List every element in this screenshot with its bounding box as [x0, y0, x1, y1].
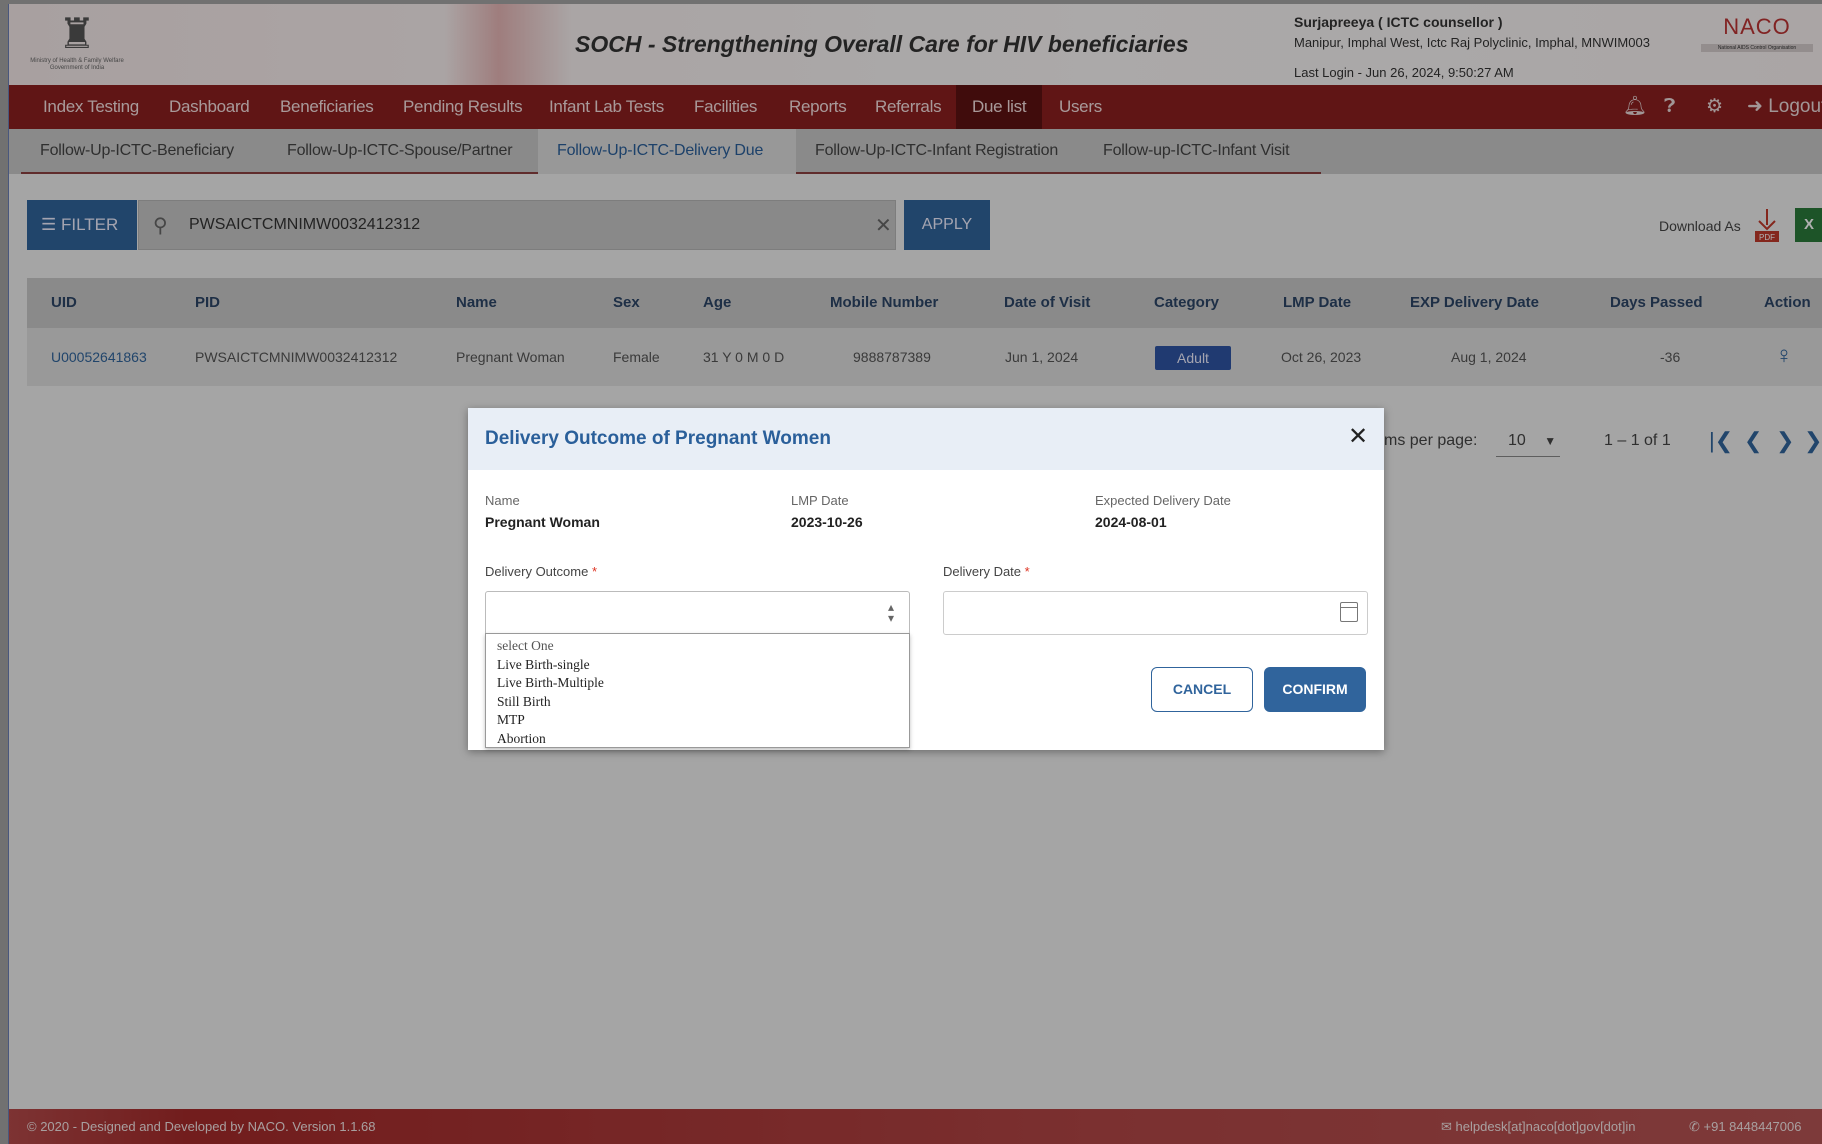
expected-delivery-date-value: 2024-08-01 [1095, 514, 1167, 530]
delivery-date-label: Delivery Date * [943, 564, 1030, 579]
lmp-date-value: 2023-10-26 [791, 514, 863, 530]
option-mtp[interactable]: MTP [497, 711, 909, 730]
delivery-outcome-options: select One Live Birth-single Live Birth-… [485, 633, 910, 748]
name-value: Pregnant Woman [485, 514, 600, 530]
required-mark: * [591, 564, 597, 579]
delivery-outcome-label: Delivery Outcome * [485, 564, 597, 579]
option-live-birth-single[interactable]: Live Birth-single [497, 656, 909, 675]
select-arrows-icon: ▴ ▾ [888, 600, 895, 625]
delivery-outcome-dialog: Delivery Outcome of Pregnant Women ✕ Nam… [468, 408, 1384, 750]
expected-delivery-date-label: Expected Delivery Date [1095, 493, 1231, 508]
name-label: Name [485, 493, 520, 508]
dialog-title: Delivery Outcome of Pregnant Women [485, 428, 831, 449]
option-abortion[interactable]: Abortion [497, 730, 909, 749]
close-icon[interactable]: ✕ [1348, 425, 1368, 449]
confirm-button[interactable]: CONFIRM [1264, 667, 1366, 712]
dialog-header: Delivery Outcome of Pregnant Women ✕ [468, 408, 1384, 470]
calendar-icon[interactable] [1340, 602, 1358, 622]
cancel-button[interactable]: CANCEL [1151, 667, 1253, 712]
required-mark: * [1024, 564, 1030, 579]
delivery-outcome-select[interactable]: ▴ ▾ [485, 591, 910, 635]
option-still-birth[interactable]: Still Birth [497, 693, 909, 712]
option-select-one[interactable]: select One [497, 637, 909, 656]
delivery-date-input[interactable] [943, 591, 1368, 635]
lmp-date-label: LMP Date [791, 493, 849, 508]
option-live-birth-multiple[interactable]: Live Birth-Multiple [497, 674, 909, 693]
